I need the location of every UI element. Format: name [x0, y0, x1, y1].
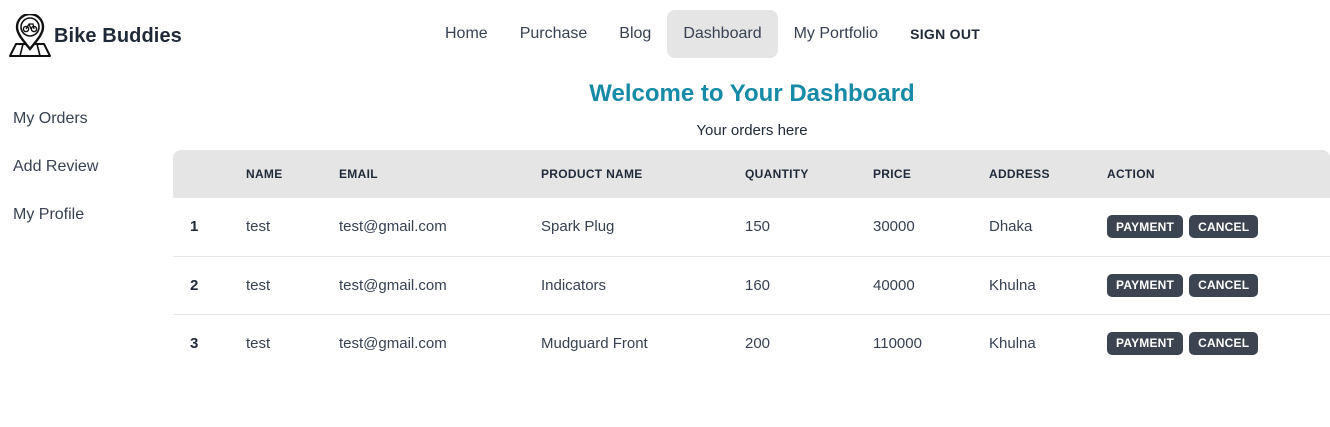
cancel-button[interactable]: CANCEL	[1189, 215, 1259, 239]
bike-map-pin-icon	[9, 14, 51, 57]
row-product: Indicators	[541, 256, 745, 315]
column-header-product-name: PRODUCT NAME	[541, 167, 643, 181]
row-name: test	[246, 198, 339, 257]
sidebar-item-add-review[interactable]: Add Review	[0, 143, 170, 191]
row-email: test@gmail.com	[339, 198, 541, 257]
page-title: Welcome to Your Dashboard	[589, 80, 915, 107]
page-subtitle: Your orders here	[696, 122, 808, 139]
nav-dashboard[interactable]: Dashboard	[667, 10, 778, 58]
column-header-quantity: QUANTITY	[745, 167, 809, 181]
column-header-index	[173, 150, 246, 198]
top-header: Bike Buddies Home Purchase Blog Dashboar…	[0, 0, 1330, 70]
orders-table: NAME EMAIL PRODUCT NAME QUANTITY PRICE A…	[173, 150, 1330, 372]
payment-button[interactable]: PAYMENT	[1107, 273, 1184, 297]
brand[interactable]: Bike Buddies	[7, 14, 182, 58]
row-quantity: 200	[745, 334, 771, 352]
nav-home[interactable]: Home	[429, 10, 504, 58]
row-index: 2	[173, 256, 246, 315]
table-header-row: NAME EMAIL PRODUCT NAME QUANTITY PRICE A…	[173, 150, 1330, 198]
nav-blog[interactable]: Blog	[603, 10, 667, 58]
row-index: 3	[190, 334, 199, 352]
brand-name: Bike Buddies	[54, 24, 182, 47]
nav-my-portfolio[interactable]: My Portfolio	[778, 10, 894, 58]
row-product: Spark Plug	[541, 198, 745, 257]
cancel-button[interactable]: CANCEL	[1189, 331, 1259, 355]
payment-button[interactable]: PAYMENT	[1107, 215, 1184, 239]
column-header-name: NAME	[246, 167, 283, 181]
column-header-address: ADDRESS	[989, 167, 1050, 181]
row-actions: PAYMENT CANCEL	[1107, 256, 1330, 315]
row-price: 30000	[873, 198, 989, 257]
row-product: Mudguard Front	[541, 334, 648, 352]
main-nav: Home Purchase Blog Dashboard My Portfoli…	[429, 10, 996, 58]
row-price: 40000	[873, 256, 989, 315]
sidebar: My Orders Add Review My Profile	[0, 95, 170, 239]
column-header-email: EMAIL	[339, 167, 378, 181]
row-address: Dhaka	[989, 198, 1107, 257]
row-address: Khulna	[989, 256, 1107, 315]
column-header-action: ACTION	[1107, 167, 1155, 181]
payment-button[interactable]: PAYMENT	[1107, 331, 1184, 355]
sidebar-item-my-orders[interactable]: My Orders	[0, 95, 170, 143]
table-row: 2 test test@gmail.com Indicators 160 400…	[173, 256, 1330, 315]
table-row: 3 test test@gmail.com Mudguard Front 200…	[173, 314, 1330, 372]
row-index: 1	[173, 198, 246, 257]
table-row: 1 test test@gmail.com Spark Plug 150 300…	[173, 198, 1330, 257]
nav-purchase[interactable]: Purchase	[504, 10, 604, 58]
sidebar-item-my-profile[interactable]: My Profile	[0, 191, 170, 239]
row-actions: PAYMENT CANCEL	[1107, 198, 1330, 257]
row-email: test@gmail.com	[339, 256, 541, 315]
column-header-price: PRICE	[873, 167, 912, 181]
sign-out-button[interactable]: SIGN OUT	[894, 10, 996, 58]
row-actions: PAYMENT CANCEL	[1107, 314, 1330, 372]
row-name: test	[246, 256, 339, 315]
row-name: test	[246, 334, 271, 352]
row-email: test@gmail.com	[339, 334, 447, 352]
row-address: Khulna	[989, 334, 1036, 352]
cancel-button[interactable]: CANCEL	[1189, 273, 1259, 297]
row-price: 110000	[873, 334, 922, 352]
row-quantity: 160	[745, 256, 873, 315]
row-quantity: 150	[745, 198, 873, 257]
